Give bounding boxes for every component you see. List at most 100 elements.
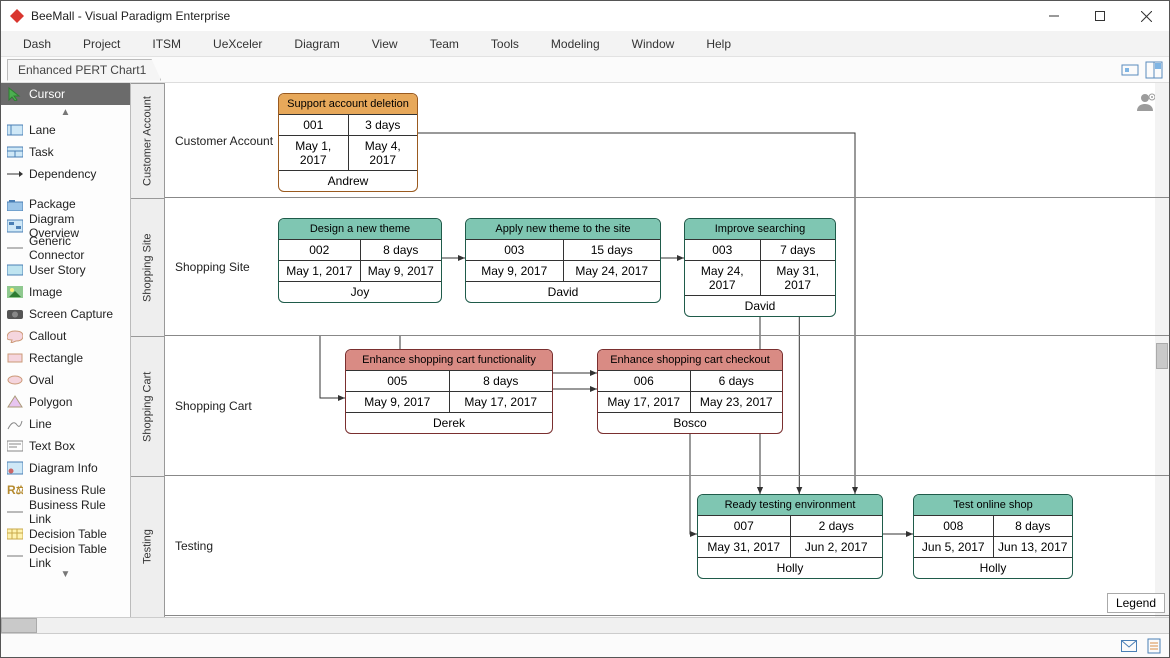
dep-icon <box>7 167 23 181</box>
menu-view[interactable]: View <box>356 33 414 55</box>
task-node[interactable]: Enhance shopping cart functionality0058 … <box>345 349 553 434</box>
window-title: BeeMall - Visual Paradigm Enterprise <box>31 9 1031 23</box>
palette-task[interactable]: Task <box>1 141 130 163</box>
lane-header[interactable]: Shopping Site <box>131 198 164 336</box>
task-id: 002 <box>279 240 361 260</box>
palette-cursor[interactable]: Cursor <box>1 83 130 105</box>
menu-dash[interactable]: Dash <box>7 33 67 55</box>
sc-icon <box>7 307 23 321</box>
palette-diagram-info[interactable]: Diagram Info <box>1 457 130 479</box>
task-node[interactable]: Support account deletion0013 daysMay 1, … <box>278 93 418 192</box>
lane-header[interactable]: Testing <box>131 476 164 616</box>
palette-line[interactable]: Line <box>1 413 130 435</box>
palette-screen-capture[interactable]: Screen Capture <box>1 303 130 325</box>
task-node[interactable]: Enhance shopping cart checkout0066 daysM… <box>597 349 783 434</box>
lane-header[interactable]: Customer Account <box>131 83 164 198</box>
line-icon <box>7 417 23 431</box>
task-node[interactable]: Ready testing environment0072 daysMay 31… <box>697 494 883 579</box>
task-node[interactable]: Test online shop0088 daysJun 5, 2017Jun … <box>913 494 1073 579</box>
task-id: 007 <box>698 516 791 536</box>
fit-window-icon[interactable] <box>1121 61 1139 79</box>
tab-pert-chart[interactable]: Enhanced PERT Chart1 <box>7 59 161 81</box>
palette-callout[interactable]: Callout <box>1 325 130 347</box>
lane-label: Customer Account <box>175 134 273 148</box>
menu-team[interactable]: Team <box>414 33 475 55</box>
task-duration: 2 days <box>791 516 883 536</box>
br-icon: R⚖ <box>7 483 23 497</box>
task-node[interactable]: Improve searching0037 daysMay 24, 2017Ma… <box>684 218 836 317</box>
menu-help[interactable]: Help <box>690 33 747 55</box>
task-node[interactable]: Apply new theme to the site00315 daysMay… <box>465 218 661 303</box>
menu-modeling[interactable]: Modeling <box>535 33 616 55</box>
menu-itsm[interactable]: ITSM <box>136 33 197 55</box>
dtl-icon <box>7 549 23 563</box>
task-title: Improve searching <box>685 219 835 240</box>
menu-window[interactable]: Window <box>616 33 691 55</box>
task-owner: Derek <box>346 413 552 433</box>
scrollbar-thumb[interactable] <box>1 618 37 633</box>
palette-image[interactable]: Image <box>1 281 130 303</box>
task-id: 006 <box>598 371 691 391</box>
tabbar: Enhanced PERT Chart1 <box>1 57 1169 83</box>
task-duration: 7 days <box>761 240 836 260</box>
task-duration: 8 days <box>450 371 553 391</box>
palette-oval[interactable]: Oval <box>1 369 130 391</box>
pane-layout-icon[interactable] <box>1145 61 1163 79</box>
task-duration: 6 days <box>691 371 783 391</box>
palette-rectangle[interactable]: Rectangle <box>1 347 130 369</box>
palette-polygon[interactable]: Polygon <box>1 391 130 413</box>
mail-icon[interactable] <box>1121 639 1137 653</box>
task-start: May 1, 2017 <box>279 136 349 170</box>
task-end: May 31, 2017 <box>761 261 836 295</box>
minimize-button[interactable] <box>1031 1 1077 31</box>
task-title: Ready testing environment <box>698 495 882 516</box>
task-id: 003 <box>685 240 761 260</box>
di-icon <box>7 461 23 475</box>
ov-icon <box>7 219 23 233</box>
poly-icon <box>7 395 23 409</box>
palette-user-story[interactable]: User Story <box>1 259 130 281</box>
document-icon[interactable] <box>1147 638 1161 654</box>
app-window: BeeMall - Visual Paradigm Enterprise Das… <box>0 0 1170 658</box>
task-owner: Holly <box>914 558 1072 578</box>
task-start: Jun 5, 2017 <box>914 537 994 557</box>
palette-scroll[interactable]: ▲ <box>1 105 130 119</box>
menu-tools[interactable]: Tools <box>475 33 535 55</box>
task-title: Support account deletion <box>279 94 417 115</box>
palette-text-box[interactable]: Text Box <box>1 435 130 457</box>
palette-business-rule-link[interactable]: Business Rule Link <box>1 501 130 523</box>
app-logo-icon <box>9 8 25 24</box>
task-node[interactable]: Design a new theme0028 daysMay 1, 2017Ma… <box>278 218 442 303</box>
task-end: Jun 2, 2017 <box>791 537 883 557</box>
cursor-icon <box>7 87 23 101</box>
maximize-button[interactable] <box>1077 1 1123 31</box>
task-start: May 9, 2017 <box>466 261 564 281</box>
lane-header[interactable]: Shopping Cart <box>131 336 164 476</box>
menu-diagram[interactable]: Diagram <box>278 33 355 55</box>
task-title: Apply new theme to the site <box>466 219 660 240</box>
horizontal-scrollbar[interactable] <box>1 617 1169 633</box>
task-duration: 3 days <box>349 115 418 135</box>
menu-uexceler[interactable]: UeXceler <box>197 33 278 55</box>
menu-project[interactable]: Project <box>67 33 136 55</box>
task-end: May 4, 2017 <box>349 136 418 170</box>
dt-icon <box>7 527 23 541</box>
palette-dependency[interactable]: Dependency <box>1 163 130 185</box>
diagram-canvas[interactable]: Legend Customer AccountShopping SiteShop… <box>165 83 1169 617</box>
palette-decision-table-link[interactable]: Decision Table Link <box>1 545 130 567</box>
task-owner: Holly <box>698 558 882 578</box>
close-button[interactable] <box>1123 1 1169 31</box>
palette-lane[interactable]: Lane <box>1 119 130 141</box>
img-icon <box>7 285 23 299</box>
task-id: 008 <box>914 516 994 536</box>
task-title: Enhance shopping cart checkout <box>598 350 782 371</box>
lane-label: Shopping Site <box>175 260 250 274</box>
task-title: Design a new theme <box>279 219 441 240</box>
palette-generic-connector[interactable]: Generic Connector <box>1 237 130 259</box>
task-id: 005 <box>346 371 450 391</box>
task-start: May 9, 2017 <box>346 392 450 412</box>
titlebar: BeeMall - Visual Paradigm Enterprise <box>1 1 1169 31</box>
task-owner: Andrew <box>279 171 417 191</box>
task-end: May 17, 2017 <box>450 392 553 412</box>
task-end: May 23, 2017 <box>691 392 783 412</box>
